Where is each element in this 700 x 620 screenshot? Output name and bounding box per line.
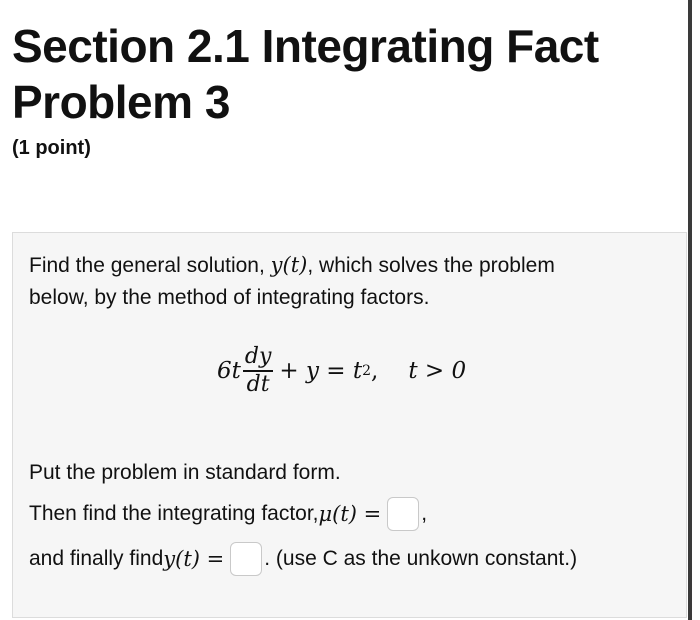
page-title: Section 2.1 Integrating Fact Problem 3 bbox=[12, 18, 599, 130]
final-prefix: and finally find bbox=[29, 547, 164, 570]
fraction-denominator: dt bbox=[246, 371, 270, 397]
differential-equation: 6t dy dt + y = t2, t > 0 bbox=[217, 341, 466, 401]
final-suffix: . (use C as the unkown constant.) bbox=[264, 547, 578, 570]
title-line-section: Section 2.1 Integrating Fact bbox=[12, 20, 599, 72]
points-label: (1 point) bbox=[12, 137, 91, 159]
final-math: y(t) = bbox=[163, 547, 225, 571]
equation-rest: + y = t bbox=[279, 358, 363, 384]
integrating-factor-line: Then find the integrating factor, μ(t) =… bbox=[29, 496, 427, 532]
equation-comma: , bbox=[371, 358, 379, 384]
equation-condition: t > 0 bbox=[408, 358, 467, 384]
factor-math: μ(t) = bbox=[318, 502, 382, 526]
integrating-factor-input[interactable] bbox=[387, 497, 420, 531]
factor-suffix: , bbox=[421, 502, 428, 525]
intro-text-1: Find the general solution, bbox=[29, 254, 271, 277]
standard-form-line: Put the problem in standard form. bbox=[29, 461, 341, 484]
fraction-numerator: dy bbox=[244, 344, 272, 370]
intro-text-2: , which solves the problem bbox=[307, 254, 555, 277]
problem-box: Find the general solution, y(t), which s… bbox=[12, 232, 687, 618]
intro-math: y(t) bbox=[270, 253, 308, 277]
page: Section 2.1 Integrating Fact Problem 3 (… bbox=[0, 0, 700, 620]
scrollbar-edge bbox=[688, 0, 692, 620]
final-answer-line: and finally find y(t) = . (use C as the … bbox=[29, 541, 577, 577]
equation-coefficient: 6t bbox=[217, 358, 241, 384]
equation-exponent: 2 bbox=[362, 363, 372, 379]
intro-line-2: below, by the method of integrating fact… bbox=[29, 286, 430, 309]
factor-prefix: Then find the integrating factor, bbox=[29, 502, 319, 525]
title-line-problem: Problem 3 bbox=[12, 76, 230, 128]
solution-input[interactable] bbox=[230, 542, 263, 576]
derivative-fraction: dy dt bbox=[242, 344, 274, 398]
intro-line-1: Find the general solution, y(t), which s… bbox=[29, 251, 555, 280]
